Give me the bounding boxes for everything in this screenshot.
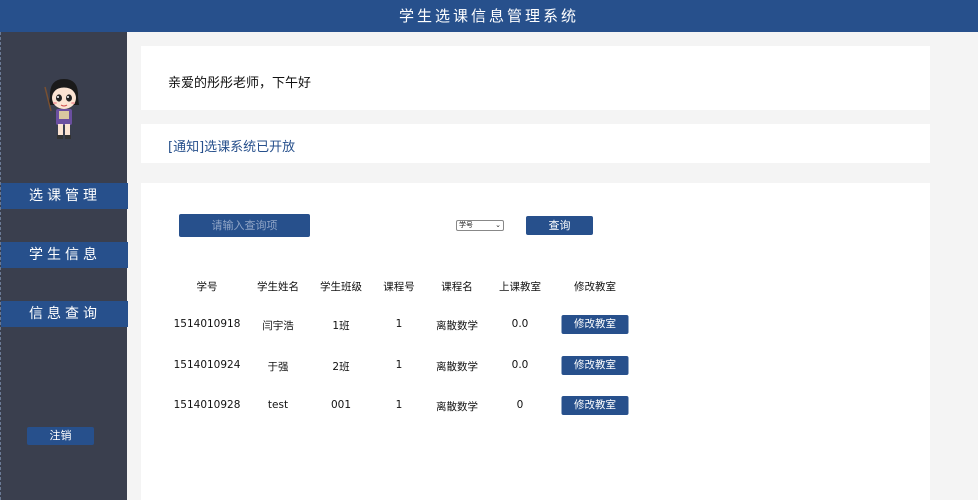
cell-class: 001 xyxy=(330,399,352,411)
column-header-class: 学生班级 xyxy=(320,281,362,293)
column-header-name: 学生姓名 xyxy=(257,281,299,293)
cell-course-no: 1 xyxy=(395,359,403,371)
cell-classroom: 0 xyxy=(516,399,524,411)
column-header-course-no: 课程号 xyxy=(383,281,415,293)
cell-name: 于强 xyxy=(267,361,289,373)
edit-classroom-button[interactable]: 修改教室 xyxy=(561,315,629,334)
search-field-select[interactable]: 学号 ⌄ xyxy=(456,220,504,231)
edit-classroom-button[interactable]: 修改教室 xyxy=(561,356,629,375)
greeting-text: 亲爱的彤彤老师，下午好 xyxy=(168,76,312,91)
teacher-avatar xyxy=(44,79,79,139)
column-header-student-id: 学号 xyxy=(196,281,218,293)
notice-text: [通知]选课系统已开放 xyxy=(168,140,296,155)
chevron-down-icon: ⌄ xyxy=(495,221,501,229)
app-title: 学生选课信息管理系统 xyxy=(398,7,579,25)
cell-student-id: 1514010928 xyxy=(173,399,241,411)
search-field-select-value: 学号 xyxy=(459,221,473,229)
greeting-panel: 亲爱的彤彤老师，下午好 xyxy=(141,46,930,110)
logout-button[interactable]: 注销 xyxy=(27,427,94,445)
cell-classroom: 0.0 xyxy=(511,359,529,371)
cell-course-name: 离散数学 xyxy=(436,320,478,332)
cell-course-name: 离散数学 xyxy=(436,401,478,413)
app-header: 学生选课信息管理系统 xyxy=(0,0,978,32)
cell-name: 闫宇浩 xyxy=(262,320,294,332)
cell-class: 2班 xyxy=(332,361,350,373)
search-input[interactable] xyxy=(179,214,310,237)
column-header-classroom: 上课教室 xyxy=(499,281,541,293)
notice-panel: [通知]选课系统已开放 xyxy=(141,124,930,163)
cell-name: test xyxy=(267,399,289,411)
cell-student-id: 1514010924 xyxy=(173,359,241,371)
sidebar-item-info-query[interactable]: 信息查询 xyxy=(1,301,128,327)
cell-classroom: 0.0 xyxy=(511,318,529,330)
sidebar-item-course-management[interactable]: 选课管理 xyxy=(1,183,128,209)
column-header-course-name: 课程名 xyxy=(441,281,473,293)
cell-course-no: 1 xyxy=(395,399,403,411)
sidebar-item-student-info[interactable]: 学生信息 xyxy=(1,242,128,268)
column-header-edit-classroom: 修改教室 xyxy=(574,281,616,293)
cell-class: 1班 xyxy=(332,320,350,332)
cell-course-no: 1 xyxy=(395,318,403,330)
edit-classroom-button[interactable]: 修改教室 xyxy=(561,396,629,415)
main-panel: 学号 ⌄ 查询 学号 学生姓名 学生班级 课程号 课程名 上课教室 修改教室 1… xyxy=(141,183,930,500)
cell-course-name: 离散数学 xyxy=(436,361,478,373)
query-button[interactable]: 查询 xyxy=(526,216,593,235)
cell-student-id: 1514010918 xyxy=(173,318,241,330)
sidebar: 选课管理 学生信息 信息查询 注销 xyxy=(0,32,128,500)
